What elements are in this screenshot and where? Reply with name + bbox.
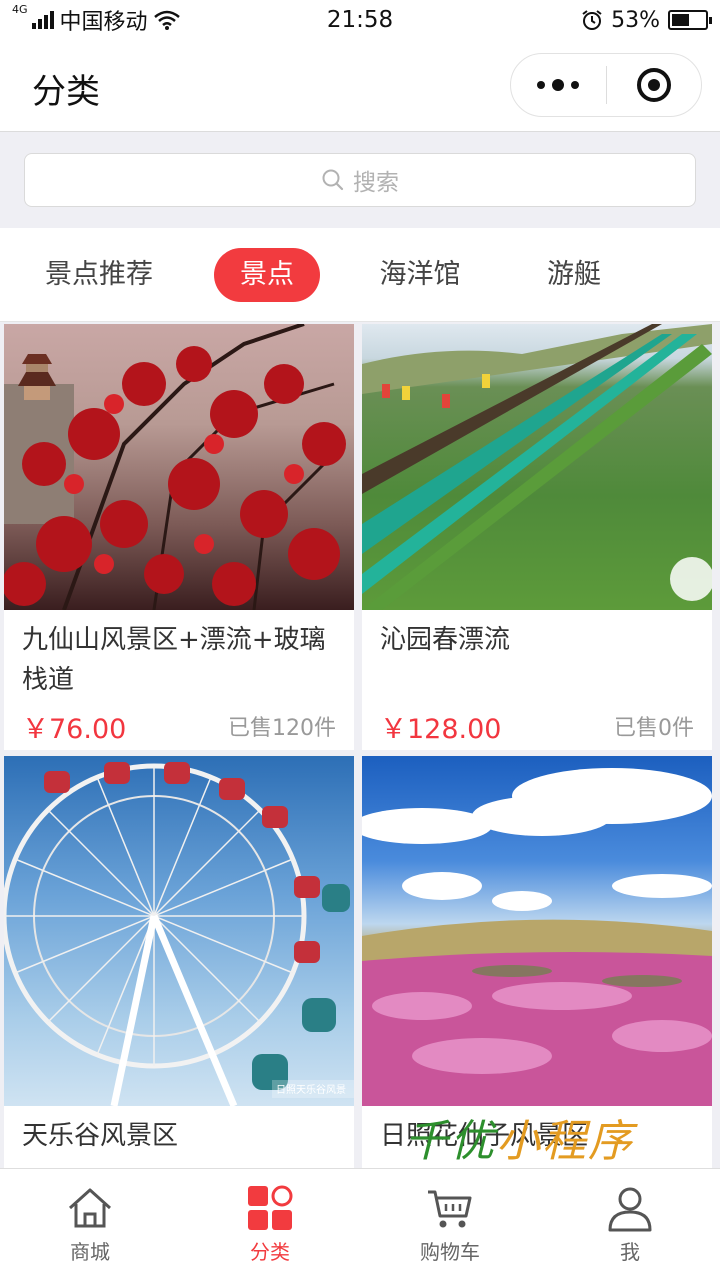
- search-input[interactable]: 搜索: [24, 153, 696, 207]
- status-right: 53%: [448, 7, 712, 33]
- battery-percent: 53%: [611, 7, 660, 33]
- brand-watermark: 千优小程序: [404, 1105, 634, 1169]
- target-circle-icon: [636, 68, 671, 102]
- product-image: [4, 324, 354, 610]
- tab-scenic-recommend[interactable]: 景点推荐: [36, 248, 162, 302]
- nav-bar: 分类: [0, 40, 720, 132]
- product-image: 日照天乐谷风景: [4, 756, 354, 1106]
- tab-bar-label: 商城: [70, 1240, 110, 1264]
- tab-bar-label: 我: [620, 1240, 640, 1264]
- image-watermark: 日照天乐谷风景: [276, 1084, 346, 1096]
- signal-icon: [31, 11, 54, 29]
- tab-bar-item-home[interactable]: 商城: [0, 1169, 180, 1280]
- tab-yacht[interactable]: 游艇: [538, 248, 610, 302]
- product-price: ￥128.00: [380, 713, 502, 745]
- tab-aquarium[interactable]: 海洋馆: [370, 248, 470, 302]
- bottom-tab-bar: 商城 分类 购物车 我: [0, 1168, 720, 1280]
- search-icon: [322, 169, 344, 191]
- category-tabs: 景点推荐 景点 海洋馆 游艇: [0, 228, 720, 322]
- alarm-icon: [582, 10, 602, 30]
- more-button[interactable]: [511, 54, 606, 116]
- status-bar: 4G 中国移动 21:58 53%: [0, 0, 720, 40]
- search-placeholder: 搜索: [353, 170, 399, 196]
- close-mini-program-button[interactable]: [607, 54, 702, 116]
- product-card[interactable]: 沁园春漂流 ￥128.00 已售0件: [362, 324, 712, 750]
- product-price: ￥76.00: [22, 713, 127, 745]
- product-sold-count: 已售0件: [614, 716, 694, 741]
- product-meta: ￥128.00 已售0件: [362, 702, 712, 750]
- wifi-icon: [153, 10, 180, 30]
- product-title: 天乐谷风景区: [22, 1121, 179, 1151]
- mini-program-capsule: [510, 53, 702, 117]
- cart-icon: [428, 1190, 472, 1228]
- product-grid: 九仙山风景区+漂流+玻璃栈道 ￥76.00 已售120件 沁园春漂流 ￥128.…: [0, 323, 720, 1168]
- tab-bar-label: 购物车: [420, 1240, 480, 1264]
- product-card[interactable]: 九仙山风景区+漂流+玻璃栈道 ￥76.00 已售120件: [4, 324, 354, 750]
- watermark-part2: 小程序: [496, 1116, 634, 1167]
- battery-level: [672, 14, 689, 26]
- product-title: 九仙山风景区+漂流+玻璃栈道: [22, 625, 326, 695]
- watermark-part1: 千优: [404, 1116, 496, 1167]
- carrier-name: 中国移动: [59, 10, 148, 35]
- tab-bar-item-me[interactable]: 我: [540, 1169, 720, 1280]
- category-icon: [248, 1185, 293, 1230]
- page-title: 分类: [32, 72, 100, 112]
- product-card[interactable]: 日照天乐谷风景 天乐谷风景区: [4, 756, 354, 1168]
- product-meta: ￥76.00 已售120件: [4, 702, 354, 750]
- product-image: [362, 324, 712, 610]
- network-type: 4G: [12, 3, 28, 16]
- tab-bar-label: 分类: [250, 1240, 290, 1264]
- home-icon: [68, 1188, 112, 1228]
- tab-bar-item-cart[interactable]: 购物车: [360, 1169, 540, 1280]
- status-left: 4G 中国移动: [12, 4, 272, 36]
- product-sold-count: 已售120件: [228, 716, 336, 741]
- status-time: 21:58: [326, 7, 394, 33]
- search-area: 搜索: [0, 133, 720, 227]
- tab-scenic[interactable]: 景点: [214, 247, 320, 302]
- more-dots-icon: [537, 79, 580, 91]
- product-title: 沁园春漂流: [380, 625, 511, 655]
- product-image: [362, 756, 712, 1106]
- tab-bar-item-category[interactable]: 分类: [180, 1169, 360, 1280]
- battery-icon: [668, 10, 712, 30]
- user-icon: [608, 1187, 652, 1232]
